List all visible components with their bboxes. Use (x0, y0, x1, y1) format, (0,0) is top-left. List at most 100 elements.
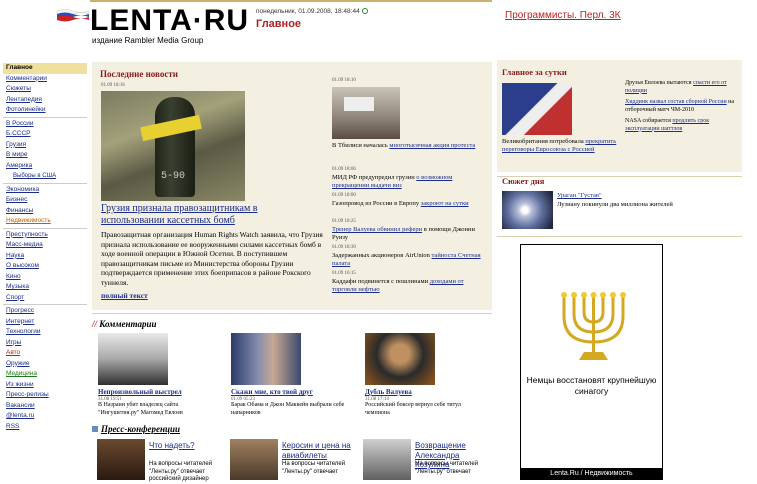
sidebar-item[interactable]: Из жизни (3, 380, 87, 391)
news-item: 01.09 18:06 МИД РФ предупредил грузин о … (332, 166, 487, 190)
news-item: 01.09 18:00 Газопровод из России в Европ… (332, 192, 487, 208)
item-link[interactable]: Хиддинк назвал состав сборной России (625, 99, 727, 105)
photo-news-time: 01.09 18:10 (332, 78, 356, 83)
realty-ad-banner[interactable]: Немцы восстановят крупнейшую синагогу Le… (520, 244, 663, 480)
press-card: Керосин и цена на авиабилеты На вопросы … (230, 439, 355, 480)
comment-photo[interactable] (365, 333, 435, 385)
news-item-text: Каддафи подвинется с пошлинами (332, 278, 430, 285)
sidebar-item[interactable]: Сюжеты (3, 84, 87, 95)
sidebar-item[interactable]: Наука (3, 251, 87, 262)
main-story-photo[interactable]: 5-90 (101, 91, 245, 201)
sidebar-item[interactable]: Грузия (3, 140, 87, 151)
sidebar-item[interactable]: Комментарии (3, 74, 87, 85)
press-photo[interactable] (363, 439, 411, 480)
sidebar-item[interactable]: Масс-медиа (3, 240, 87, 251)
news-item-time: 01.09 18:25 (332, 219, 356, 224)
sidebar-item[interactable]: Преступность (3, 230, 87, 241)
sidebar-item[interactable]: Оружие (3, 359, 87, 370)
section-title: Главное (256, 18, 302, 30)
comment-desc: Российский боксер вернул себе титул чемп… (365, 402, 461, 416)
sidebar-item[interactable]: Америка (3, 161, 87, 172)
news-item-text: Задержанных акционеров AirUnion (332, 252, 432, 259)
news-item-time: 01.09 18:30 (332, 245, 356, 250)
news-item-time: 01.09 16:15 (332, 271, 356, 276)
divider (497, 236, 742, 237)
divider (92, 313, 492, 314)
news-item: 01.09 18:30 Задержанных акционеров AirUn… (332, 244, 487, 268)
day-main-list: Друзья Евлоева пытаются спасти его от по… (625, 80, 740, 137)
press-icon (92, 426, 98, 432)
press-item-desc: На вопросы читателей "Ленты.ру" отвечает (415, 461, 479, 475)
news-item-time: 01.09 18:06 (332, 167, 356, 172)
news-item-link[interactable]: многотысячная акция протеста (389, 142, 475, 149)
sidebar-item[interactable]: О высоком (3, 261, 87, 272)
sidebar-item[interactable]: Интернет (3, 317, 87, 328)
header-date: понедельник, 01.09.2008, 18:48:44 (256, 8, 368, 15)
press-header[interactable]: Пресс-конференции (92, 424, 180, 434)
sidebar-item[interactable]: Главное (3, 63, 87, 74)
sidebar-item[interactable]: Прогресс (3, 306, 87, 317)
day-main-block: Главное за сутки Великобритания потребов… (497, 60, 742, 172)
hurricane-photo[interactable] (502, 191, 553, 229)
day-main-title: Главное за сутки (502, 67, 567, 77)
plot-link[interactable]: Ураган "Густав" (557, 192, 602, 199)
sidebar-item[interactable]: Кино (3, 272, 87, 283)
comment-title[interactable]: Непроизвольный выстрел (98, 388, 218, 397)
sidebar-item[interactable]: @lenta.ru (3, 411, 87, 422)
protest-photo[interactable] (332, 87, 400, 139)
sidebar-item[interactable]: Авто (3, 348, 87, 359)
press-card: Возвращение Александра Козулина На вопро… (363, 439, 488, 480)
press-photo[interactable] (230, 439, 278, 480)
comment-title[interactable]: Дубль Валуева (365, 388, 485, 397)
sidebar-item[interactable]: Финансы (3, 206, 87, 217)
day-main-caption: Великобритания потребовала прекратить пе… (502, 138, 627, 154)
sidebar-item[interactable]: Выборы в США (3, 171, 87, 182)
comments-title: Комментарии (99, 319, 157, 329)
sidebar-item[interactable]: Недвижимость (3, 216, 87, 227)
main-story-headline[interactable]: Грузия признала правозащитникам в исполь… (101, 203, 271, 227)
news-item: 01.09 18:25 Тренер Валуева обвинил рефер… (332, 218, 487, 242)
sidebar-item[interactable]: Б.СССР (3, 129, 87, 140)
news-item-link[interactable]: закроют на сутки (421, 200, 469, 207)
sidebar-item[interactable]: Вакансии (3, 401, 87, 412)
comment-photo[interactable] (231, 333, 301, 385)
comment-desc: Барак Обама и Джон Маккейн выбрали себе … (231, 402, 345, 416)
comment-title[interactable]: Скажи мне, кто твой друг (231, 388, 351, 397)
eu-flags-photo[interactable] (502, 83, 572, 135)
sidebar-item[interactable]: RSS (3, 422, 87, 433)
sidebar-item[interactable]: Бизнес (3, 195, 87, 206)
site-logo[interactable]: LENTA·RU (90, 4, 249, 38)
sidebar-item[interactable]: Музыка (3, 282, 87, 293)
refresh-icon[interactable] (361, 8, 368, 15)
news-item-time: 01.09 18:00 (332, 193, 356, 198)
day-main-item: Друзья Евлоева пытаются спасти его от по… (625, 80, 740, 95)
sidebar-item[interactable]: Пресс-релизы (3, 390, 87, 401)
ad-text: Немцы восстановят крупнейшую синагогу (526, 375, 657, 396)
sidebar-item[interactable]: Технологии (3, 327, 87, 338)
sidebar-item[interactable]: Спорт (3, 293, 87, 304)
photo-label: 5-90 (161, 171, 186, 182)
full-text-link[interactable]: полный текст (101, 291, 148, 300)
sidebar-item[interactable]: Игры (3, 338, 87, 349)
press-item-title[interactable]: Что надеть? (149, 441, 195, 451)
latest-news-block: Последние новости 01.09 18:16 5-90 Грузи… (92, 60, 492, 310)
sidebar-item[interactable]: Экономика (3, 185, 87, 196)
sidebar-item[interactable]: В России (3, 119, 87, 130)
sidebar-nav: Главное Комментарии Сюжеты Лентапедия Фотоли… (3, 63, 87, 432)
press-title[interactable]: Пресс-конференции (101, 424, 180, 434)
sidebar-divider (3, 182, 87, 184)
divider (497, 176, 742, 177)
sidebar-item[interactable]: Лентапедия (3, 95, 87, 106)
sidebar-item[interactable]: Фотолинейки (3, 105, 87, 116)
sidebar-item[interactable]: Медицина (3, 369, 87, 380)
sidebar-item[interactable]: В мире (3, 150, 87, 161)
caption-text: Великобритания потребовала (502, 138, 586, 145)
press-photo[interactable] (97, 439, 145, 480)
comment-photo[interactable] (98, 333, 168, 385)
latest-news-title: Последние новости (100, 69, 178, 79)
header-ad-link[interactable]: Программисты. Перл. 3К (505, 10, 621, 21)
news-item-link[interactable]: Тренер Валуева обвинил рефери (332, 226, 422, 233)
header-topline (90, 0, 492, 2)
press-item-title[interactable]: Керосин и цена на авиабилеты (282, 441, 355, 460)
comment-card: Скажи мне, кто твой друг 01.09 05:23 Бар… (231, 333, 351, 417)
